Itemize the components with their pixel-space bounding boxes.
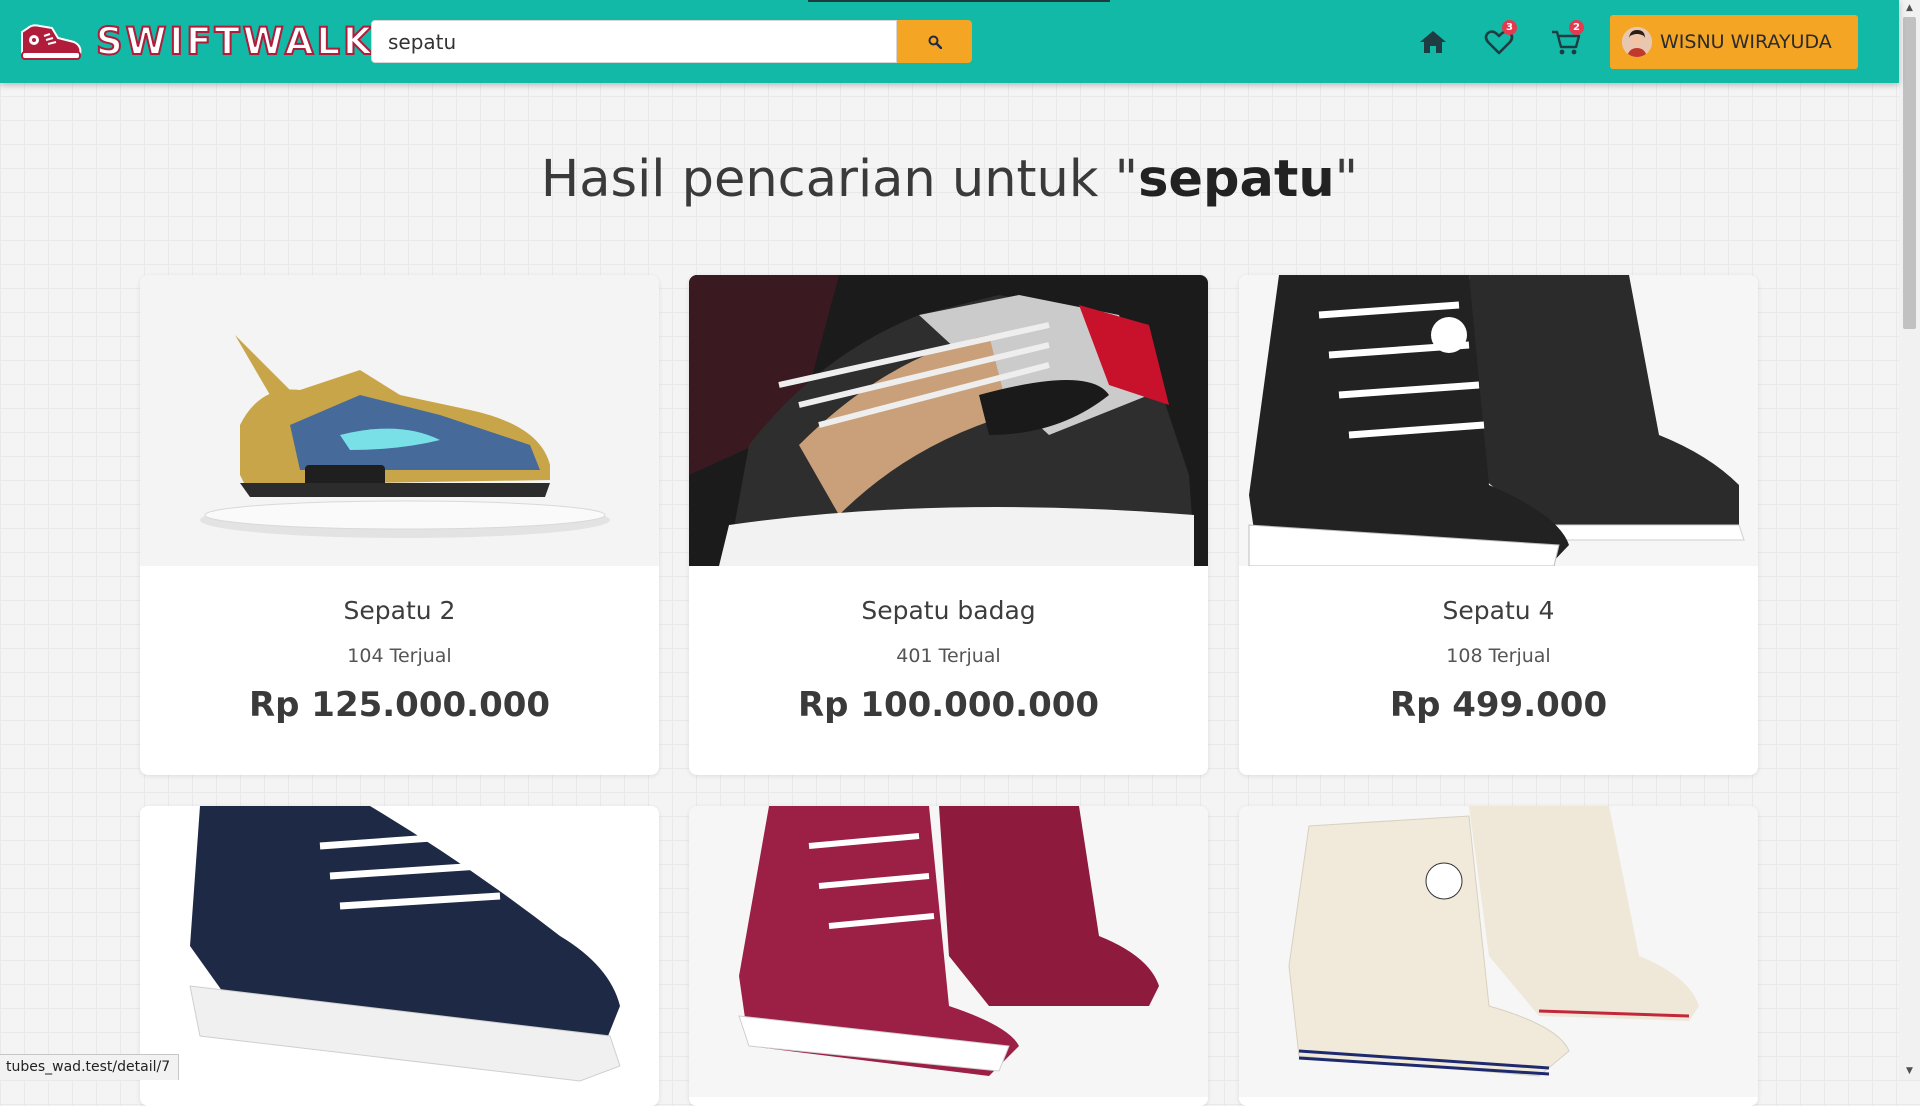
wishlist-count-badge: 3 xyxy=(1502,20,1517,35)
product-sold-count: 104 Terjual xyxy=(347,645,452,667)
search-button[interactable] xyxy=(897,20,972,63)
navbar: SWIFTWALK 3 2 xyxy=(0,0,1899,83)
status-bar-url: tubes_wad.test/detail/7 xyxy=(0,1054,180,1080)
search-icon xyxy=(928,35,942,49)
wishlist-button[interactable]: 3 xyxy=(1479,20,1519,60)
user-name: WISNU WIRAYUDA xyxy=(1660,31,1832,53)
product-card[interactable]: Sepatu 2 104 Terjual Rp 125.000.000 xyxy=(140,275,659,775)
product-image xyxy=(140,806,659,1097)
brand-logo-link[interactable]: SWIFTWALK xyxy=(18,18,375,64)
product-image xyxy=(1239,806,1758,1097)
loading-indicator xyxy=(808,0,1110,2)
page-title: Hasil pencarian untuk "sepatu" xyxy=(0,150,1899,209)
product-name: Sepatu 4 xyxy=(1442,596,1555,625)
product-price: Rp 499.000 xyxy=(1389,685,1608,725)
page-title-suffix: " xyxy=(1334,150,1359,209)
product-card[interactable] xyxy=(140,806,659,1106)
product-card[interactable] xyxy=(689,806,1208,1106)
product-image xyxy=(689,275,1208,566)
product-image xyxy=(689,806,1208,1097)
user-menu-button[interactable]: WISNU WIRAYUDA xyxy=(1610,15,1858,69)
product-image xyxy=(1239,275,1758,566)
product-card[interactable] xyxy=(1239,806,1758,1106)
product-price: Rp 100.000.000 xyxy=(797,685,1100,725)
cart-button[interactable]: 2 xyxy=(1546,20,1586,60)
product-sold-count: 401 Terjual xyxy=(896,645,1001,667)
home-button[interactable] xyxy=(1413,22,1453,60)
product-sold-count: 108 Terjual xyxy=(1446,645,1551,667)
product-price: Rp 125.000.000 xyxy=(248,685,551,725)
page-title-prefix: Hasil pencarian untuk " xyxy=(540,150,1139,209)
sneaker-logo-icon xyxy=(21,24,82,60)
avatar xyxy=(1622,27,1652,57)
scroll-down-arrow-icon[interactable]: ▼ xyxy=(1899,1063,1920,1080)
home-icon xyxy=(1420,31,1446,53)
scroll-up-arrow-icon[interactable]: ▲ xyxy=(1899,0,1920,17)
product-card[interactable]: Sepatu badag 401 Terjual Rp 100.000.000 xyxy=(689,275,1208,775)
page-scrollbar[interactable]: ▲ ▼ xyxy=(1899,0,1920,1080)
search-input[interactable] xyxy=(371,20,897,63)
cart-count-badge: 2 xyxy=(1569,20,1584,35)
product-image xyxy=(140,275,659,566)
page-title-query: sepatu xyxy=(1138,150,1335,209)
product-name: Sepatu 2 xyxy=(343,596,456,625)
product-name: Sepatu badag xyxy=(861,596,1036,625)
brand-name: SWIFTWALK xyxy=(95,19,375,64)
product-card[interactable]: Sepatu 4 108 Terjual Rp 499.000 xyxy=(1239,275,1758,775)
scroll-thumb[interactable] xyxy=(1903,17,1916,329)
